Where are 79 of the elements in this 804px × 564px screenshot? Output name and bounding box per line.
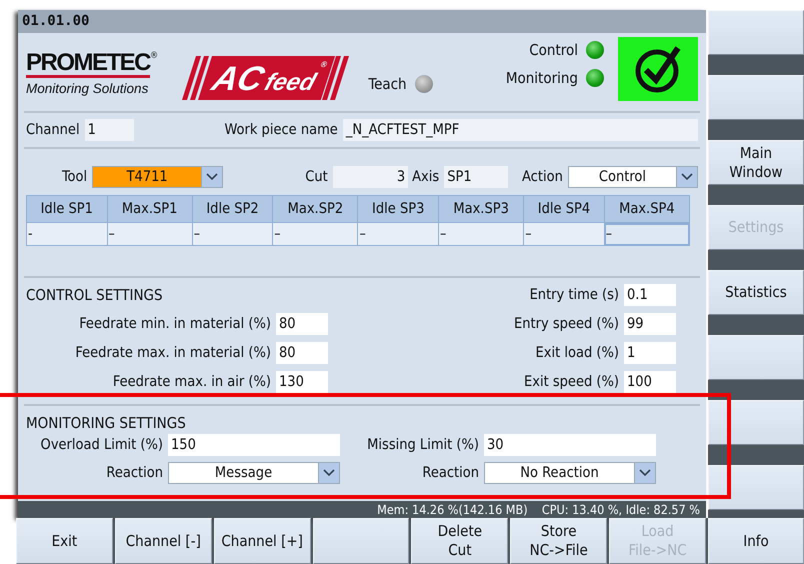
field-label: Cut (305, 169, 328, 185)
input-field[interactable]: 80 (276, 342, 328, 364)
field-label: Reaction (422, 465, 479, 481)
field-label: Entry speed (%) (514, 316, 619, 332)
logo-tagline: Monitoring Solutions (26, 81, 150, 96)
blank-softkey[interactable] (708, 75, 804, 120)
input-field[interactable]: SP1 (444, 166, 508, 188)
indicator-label: Monitoring (506, 69, 578, 87)
softkey[interactable]: Channel [+] (214, 518, 311, 564)
column-header: Max.SP3 (438, 196, 524, 222)
blank-softkey[interactable] (708, 335, 804, 380)
table-cell[interactable]: – (604, 222, 690, 246)
softkey[interactable]: Delete Cut (411, 518, 508, 564)
indicator-label: Control (529, 41, 578, 59)
softkey[interactable]: Info (708, 518, 804, 564)
company-logo: PROMETEC (26, 51, 150, 78)
column-header: Max.SP1 (107, 196, 192, 222)
status-bar: Mem: 14.26 %(142.16 MB) CPU: 13.40 %, Idle: 82.57 % (18, 501, 706, 518)
softkey[interactable]: Statistics (708, 270, 804, 315)
field-label: Missing Limit (%) (367, 437, 479, 453)
input-field[interactable]: 1 (624, 342, 676, 364)
softkey[interactable]: Store NC->File (510, 518, 608, 564)
input-field[interactable]: 99 (624, 313, 676, 335)
softkey[interactable]: Main Window (708, 140, 804, 185)
window-title: 01.01.00 (18, 10, 706, 33)
table-cell[interactable]: – (358, 222, 439, 246)
input-field[interactable]: 30 (484, 434, 656, 456)
chevron-down-icon (681, 173, 694, 181)
column-header: Max.SP2 (272, 196, 358, 222)
field-label: Reaction (106, 465, 163, 481)
chevron-down-icon (323, 469, 335, 477)
field-label: Entry time (s) (530, 287, 619, 303)
dropdown[interactable]: Message (168, 462, 340, 484)
column-header: Max.SP4 (604, 196, 690, 222)
dropdown[interactable]: Control (568, 166, 698, 188)
field-label: Feedrate max. in air (%) (112, 374, 271, 390)
table-cell[interactable]: – (107, 222, 192, 246)
field-label: Action (522, 169, 563, 185)
input-field[interactable]: 80 (276, 313, 328, 335)
section-title: MONITORING SETTINGS (26, 413, 187, 434)
blank-softkey[interactable] (312, 518, 410, 564)
blank-softkey[interactable] (708, 400, 804, 445)
field-label: Overload Limit (%) (40, 437, 163, 453)
field-label: Work piece name (224, 122, 338, 138)
input-field[interactable]: 1 (84, 119, 134, 141)
chevron-down-icon (639, 469, 651, 477)
input-field[interactable]: _N_ACFTEST_MPF (342, 119, 698, 141)
indicator-label: Teach (368, 75, 407, 93)
table-cell[interactable]: – (438, 222, 524, 246)
input-field[interactable]: 130 (276, 371, 328, 393)
field-label: Channel (26, 122, 80, 138)
checkmark-icon (633, 44, 683, 94)
softkey[interactable]: Exit (16, 518, 113, 564)
blank-softkey[interactable] (708, 465, 804, 510)
field-label: Tool (62, 169, 88, 185)
dropdown[interactable]: No Reaction (484, 462, 656, 484)
softkey[interactable]: Channel [-] (114, 518, 212, 564)
field-label: Feedrate max. in material (%) (75, 345, 271, 361)
field-label: Axis (412, 169, 440, 185)
dropdown[interactable]: T4711 (92, 166, 224, 188)
registered-mark: ® (150, 51, 158, 61)
table-cell[interactable]: – (524, 222, 604, 246)
input-field[interactable]: 3 (332, 166, 408, 188)
column-header: Idle SP3 (358, 196, 439, 222)
blank-softkey[interactable] (708, 10, 804, 55)
section-title: CONTROL SETTINGS (26, 285, 163, 306)
input-field[interactable]: 150 (168, 434, 340, 456)
column-header: Idle SP1 (26, 196, 108, 222)
chevron-down-icon (206, 173, 218, 181)
table-cell[interactable]: - (26, 222, 108, 246)
input-field[interactable]: 100 (624, 371, 676, 393)
table-cell[interactable]: – (272, 222, 358, 246)
input-field[interactable]: 0.1 (624, 284, 676, 306)
field-label: Exit load (%) (536, 345, 619, 361)
column-header: Idle SP4 (524, 196, 604, 222)
column-header: Idle SP2 (192, 196, 273, 222)
field-label: Exit speed (%) (524, 374, 619, 390)
field-label: Feedrate min. in material (%) (79, 316, 271, 332)
table-cell[interactable]: – (192, 222, 273, 246)
